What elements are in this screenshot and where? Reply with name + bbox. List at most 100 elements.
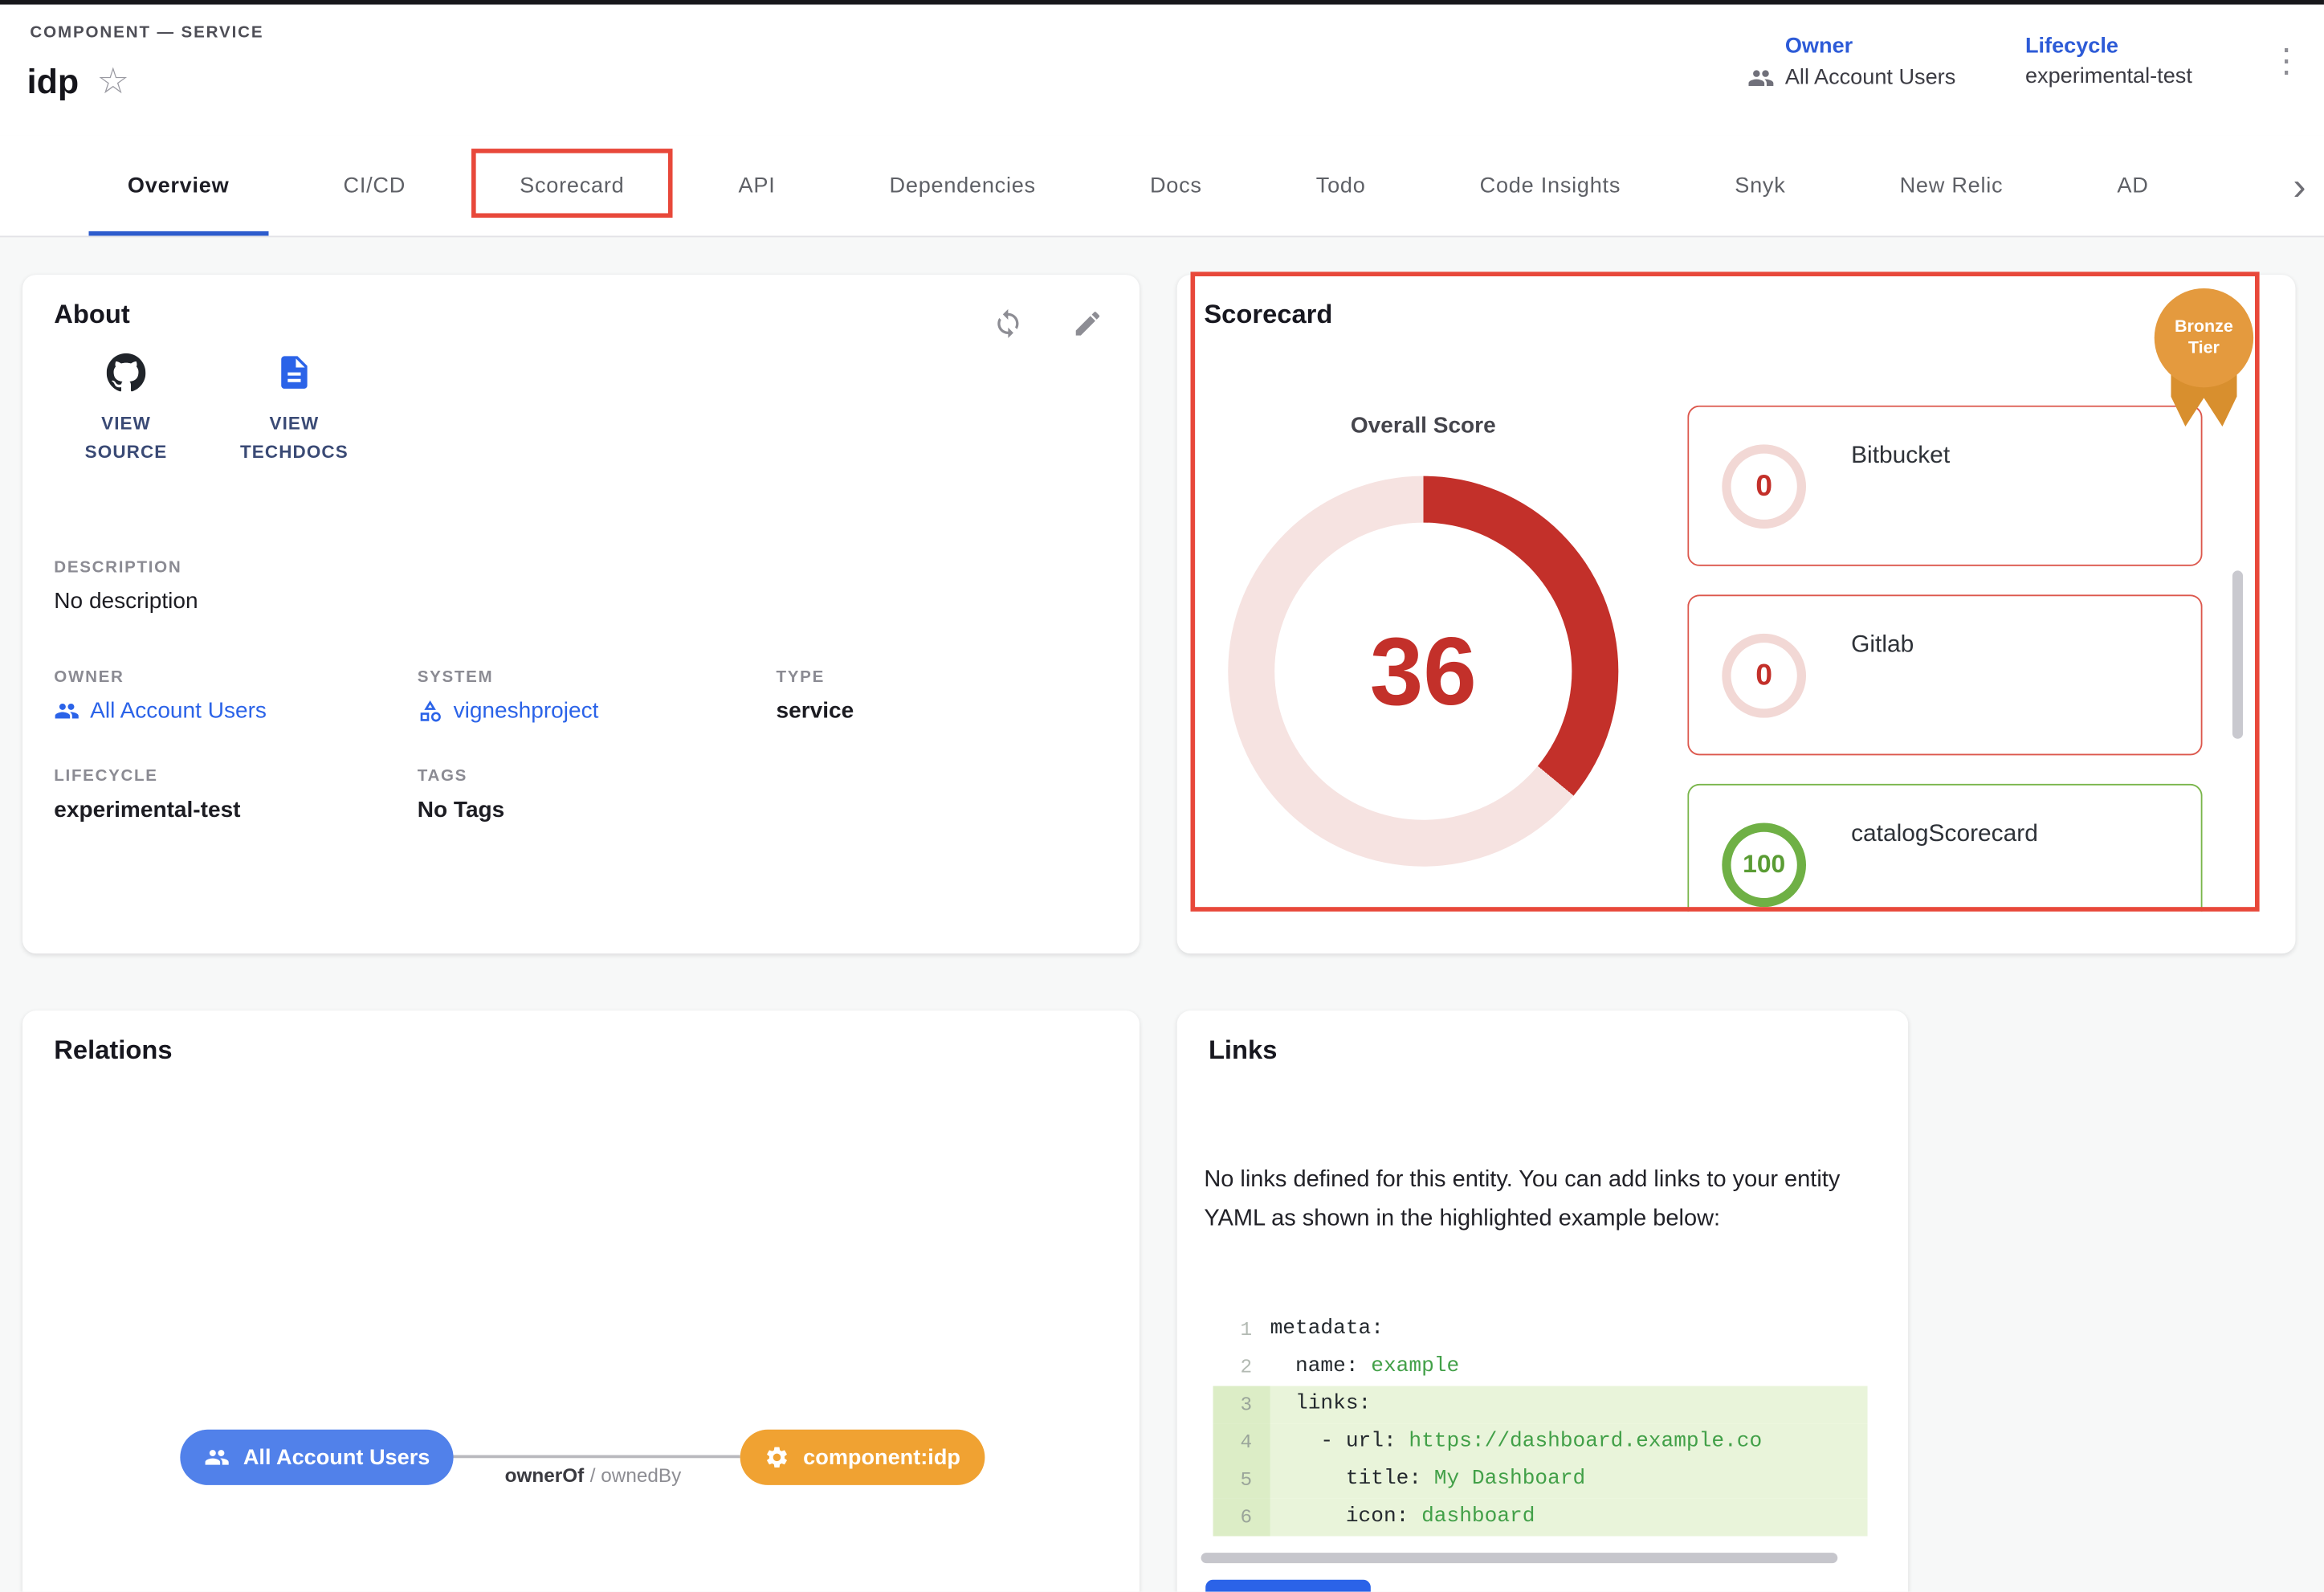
tab-label: AD [2117, 173, 2148, 198]
code-text: title: My Dashboard [1270, 1461, 1586, 1499]
tab-cicd[interactable]: CI/CD [304, 135, 445, 235]
system-link-text: vigneshproject [454, 698, 599, 724]
title-row: idp ☆ [27, 62, 129, 102]
field-value: No description [54, 589, 198, 614]
overall-score-gauge: 36 [1228, 476, 1618, 867]
links-title: Links [1209, 1035, 1277, 1066]
people-icon [1747, 64, 1775, 92]
refresh-icon[interactable] [993, 308, 1024, 347]
relation-edge [446, 1455, 740, 1459]
relation-edge-label: ownerOf/ ownedBy [458, 1464, 728, 1487]
relation-node-component[interactable]: component:idp [740, 1430, 985, 1485]
code-line: 4 - url: https://dashboard.example.co [1213, 1423, 1868, 1461]
tab-docs[interactable]: Docs [1111, 135, 1241, 235]
gauge-inner: 36 [1274, 523, 1572, 820]
score-item[interactable]: 0 Gitlab [1687, 594, 2202, 755]
score-name: Gitlab [1851, 632, 1914, 659]
tab-overview[interactable]: Overview [88, 135, 268, 235]
tab-label: New Relic [1900, 173, 2004, 198]
view-source-label: View Source [66, 410, 186, 467]
links-horizontal-scrollbar[interactable] [1201, 1553, 1838, 1563]
tab-new-relic[interactable]: New Relic [1861, 135, 2042, 235]
edit-icon[interactable] [1072, 308, 1103, 347]
system-icon [418, 698, 443, 724]
field-tags: Tags No Tags [418, 767, 505, 823]
tab-label: Snyk [1735, 173, 1785, 198]
github-icon [107, 353, 146, 399]
relation-node-owner[interactable]: All Account Users [180, 1430, 454, 1485]
system-link[interactable]: vigneshproject [418, 698, 599, 724]
links-empty-message: No links defined for this entity. You ca… [1204, 1161, 1882, 1239]
tab-snyk[interactable]: Snyk [1696, 135, 1825, 235]
people-icon [54, 698, 80, 724]
techdocs-icon [275, 353, 314, 399]
ribbon-circle: Bronze Tier [2155, 288, 2253, 387]
tier-badge-label: Bronze Tier [2168, 316, 2240, 360]
header-owner-text: All Account Users [1785, 66, 1955, 90]
score-list: 0 Bitbucket 0 Gitlab 100 catalogScorecar… [1687, 406, 2202, 912]
field-system: System vigneshproject [418, 668, 599, 724]
overall-score-label: Overall Score [1228, 413, 1618, 439]
tab-scorecard[interactable]: Scorecard [481, 135, 663, 235]
tab-api[interactable]: API [699, 135, 814, 235]
breadcrumb: COMPONENT — SERVICE [30, 24, 263, 42]
more-options-icon[interactable]: ⋮ [2270, 42, 2303, 81]
line-number: 2 [1213, 1349, 1270, 1386]
score-circle: 0 [1722, 444, 1806, 529]
tab-code-insights[interactable]: Code Insights [1441, 135, 1660, 235]
field-lifecycle: Lifecycle experimental-test [54, 767, 240, 823]
field-label: Lifecycle [54, 767, 240, 785]
view-techdocs-label: View TechDocs [234, 410, 355, 467]
overall-score-value: 36 [1370, 615, 1477, 726]
view-techdocs-button[interactable]: View TechDocs [230, 353, 359, 467]
page-title: idp [27, 62, 79, 102]
tab-label: Dependencies [890, 173, 1036, 198]
field-description: Description No description [54, 558, 198, 614]
page: COMPONENT — SERVICE idp ☆ Owner All Acco… [0, 0, 2324, 1592]
view-source-button[interactable]: View Source [62, 353, 191, 467]
field-value: service [777, 698, 854, 724]
code-text: name: example [1270, 1349, 1460, 1386]
field-label: Tags [418, 767, 505, 785]
header-owner-value: All Account Users [1747, 64, 1955, 92]
score-item[interactable]: 100 catalogScorecard [1687, 784, 2202, 912]
owner-link[interactable]: All Account Users [54, 698, 267, 724]
cut-off-button[interactable] [1205, 1580, 1371, 1592]
header-owner-label[interactable]: Owner [1785, 35, 1955, 59]
scorecard-title: Scorecard [1204, 299, 1332, 330]
tab-label: Todo [1316, 173, 1366, 198]
line-number: 5 [1213, 1461, 1270, 1499]
field-label: Description [54, 558, 198, 576]
line-number: 6 [1213, 1499, 1270, 1537]
field-label: Owner [54, 668, 267, 686]
tab-ad-truncated[interactable]: AD [2078, 135, 2187, 235]
code-line: 3 links: [1213, 1386, 1868, 1424]
header-lifecycle-label[interactable]: Lifecycle [2025, 35, 2192, 59]
tab-label: Docs [1150, 173, 1202, 198]
gear-icon [764, 1444, 790, 1470]
tab-dependencies[interactable]: Dependencies [850, 135, 1075, 235]
code-text: - url: https://dashboard.example.co [1270, 1423, 1763, 1461]
tab-todo[interactable]: Todo [1277, 135, 1405, 235]
relation-node-label: All Account Users [243, 1445, 430, 1469]
favorite-star-icon[interactable]: ☆ [97, 63, 129, 100]
line-number: 3 [1213, 1386, 1270, 1424]
relation-node-label: component:idp [803, 1445, 960, 1469]
scorecard-scrollbar[interactable] [2232, 570, 2243, 738]
field-owner: Owner All Account Users [54, 668, 267, 724]
field-type: Type service [777, 668, 854, 724]
tab-label: CI/CD [344, 173, 406, 198]
edge-label-primary: ownerOf [505, 1464, 585, 1487]
score-circle: 0 [1722, 634, 1806, 718]
chevron-right-icon[interactable]: › [2284, 135, 2315, 237]
header-lifecycle-block: Lifecycle experimental-test [2025, 35, 2192, 88]
tab-label: Scorecard [520, 173, 624, 198]
field-value: experimental-test [54, 798, 240, 823]
field-label: System [418, 668, 599, 686]
code-line: 1metadata: [1213, 1311, 1868, 1349]
header-lifecycle-text: experimental-test [2025, 64, 2192, 88]
line-number: 4 [1213, 1423, 1270, 1461]
score-item[interactable]: 0 Bitbucket [1687, 406, 2202, 566]
owner-link-text: All Account Users [90, 698, 267, 724]
entity-tab-bar: Overview CI/CD Scorecard API Dependencie… [0, 135, 2324, 237]
